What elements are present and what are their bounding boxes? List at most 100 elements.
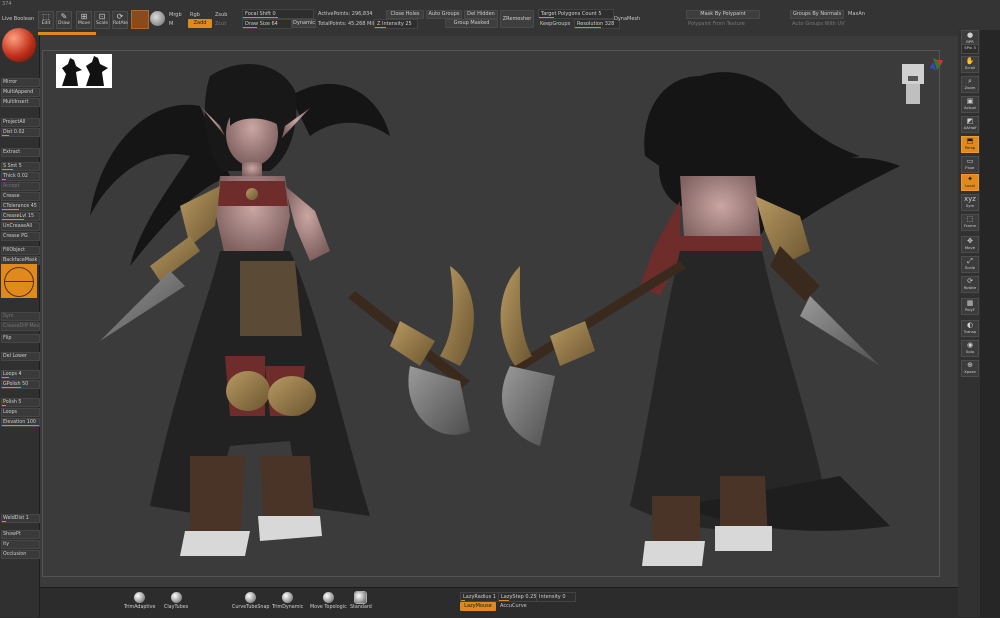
view-button-xpose[interactable]: ⊕ Xpose — [961, 360, 979, 377]
move-button[interactable]: ⊞ Move — [76, 11, 92, 29]
polypaint-from-texture-button[interactable]: Polypaint From Texture — [688, 21, 745, 27]
left-item-ctolerance-45[interactable]: CTolerance 45 — [1, 202, 40, 211]
dynamesh-button[interactable]: DynaMesh — [614, 16, 640, 22]
rotate-button[interactable]: ⟳ RotAte — [112, 11, 128, 29]
zadd-button[interactable]: Zadd — [188, 19, 212, 28]
material-swatch[interactable] — [131, 10, 149, 29]
left-item-projectall[interactable]: ProjectAll — [1, 118, 40, 127]
lazy-step-slider[interactable]: LazyStep 0.25 — [498, 592, 538, 602]
view-button-frame[interactable]: ⬚ Frame — [961, 214, 979, 231]
brush-curvetubesnap[interactable]: CurveTubeSnap — [232, 592, 269, 610]
view-button-actual[interactable]: ▣ Actual — [961, 96, 979, 113]
close-holes-button[interactable]: Close Holes — [386, 10, 424, 19]
m-button[interactable]: M — [169, 21, 173, 27]
left-item-thick-0-02[interactable]: Thick 0.02 — [1, 172, 40, 181]
left-item-accept[interactable]: Accept — [1, 182, 40, 191]
left-item-mirror[interactable]: Mirror — [1, 78, 40, 87]
left-item-multiinsert[interactable]: MultiInsert — [1, 98, 40, 107]
view-button-transp[interactable]: ◐ Transp — [961, 320, 979, 337]
view-button-zoom[interactable]: ⌕ Zoom — [961, 76, 979, 93]
brush-trimdynamic[interactable]: TrimDynamic — [272, 592, 303, 610]
left-item-loops-4[interactable]: Loops 4 — [1, 370, 40, 379]
brush-standard[interactable]: Standard — [350, 591, 372, 610]
left-item-elevation-100[interactable]: Elevation 100 — [1, 418, 40, 427]
left-item-crease[interactable]: Crease — [1, 192, 40, 201]
zsub-button[interactable]: Zsub — [215, 12, 227, 18]
view-button-sym[interactable]: xyz Sym — [961, 194, 979, 211]
keep-groups-button[interactable]: KeepGroups — [540, 21, 570, 27]
left-item-dist-0-02[interactable]: Dist 0.02 — [1, 128, 40, 137]
brush-trimadaptive[interactable]: TrimAdaptive — [124, 592, 155, 610]
target-polygons-slider[interactable]: Target Polygons Count 5 — [538, 9, 614, 19]
lazy-mouse-button[interactable]: LazyMouse — [460, 602, 496, 611]
left-item-crease-pg[interactable]: Crease PG — [1, 232, 40, 241]
view-button-aahalf[interactable]: ◩ AAHalf — [961, 116, 979, 133]
left-item-sym[interactable]: Sym — [1, 312, 40, 321]
edit-button[interactable]: ⬚ Edit — [38, 11, 54, 29]
brush-claytubes[interactable]: ClayTubes — [164, 592, 188, 610]
intensity-slider[interactable]: Intensity 0 — [536, 592, 576, 602]
view-button-solo[interactable]: ◉ Solo — [961, 340, 979, 357]
brush-move-topologic[interactable]: Move Topologic — [310, 592, 347, 610]
rotate-icon: ⟳ — [967, 277, 973, 285]
z-intensity-slider[interactable]: Z Intensity 25 — [374, 19, 418, 29]
view-button-move[interactable]: ✥ Move — [961, 236, 979, 253]
texture-swatch[interactable] — [150, 11, 165, 26]
material-sphere-icon[interactable] — [2, 28, 36, 62]
left-tool-panel: Mirror MultiAppend MultiInsert ProjectAll Di… — [0, 28, 40, 617]
lazy-radius-slider[interactable]: LazyRadius 1 — [460, 592, 500, 602]
left-item-welddist-1[interactable]: WeldDist 1 — [1, 514, 40, 523]
group-masked-button[interactable]: Group Masked — [445, 19, 498, 28]
accu-curve-button[interactable]: AccuCurve — [500, 603, 527, 609]
scale-button[interactable]: ⊡ Scale — [94, 11, 110, 29]
dynamic-button[interactable]: Dynamic — [292, 19, 316, 28]
left-item-flip[interactable]: Flip — [1, 334, 40, 343]
active-points: ActivePoints: 296,834 — [318, 11, 373, 17]
left-item-fillobject[interactable]: FillObject — [1, 246, 40, 255]
del-hidden-button[interactable]: Del Hidden — [464, 10, 498, 19]
left-item-del-lower[interactable]: Del Lower — [1, 352, 40, 361]
left-item-occlusion[interactable]: Occlusion — [1, 550, 40, 559]
edit-icon: ⬚ — [42, 12, 50, 21]
focal-shift-slider[interactable]: Focal Shift 0 — [242, 9, 314, 19]
view-button-polyf[interactable]: ▦ PolyF — [961, 298, 979, 315]
mask-by-polypaint-button[interactable]: Mask By Polypaint — [686, 10, 760, 19]
mrgb-button[interactable]: Mrgb — [169, 12, 182, 18]
sculpt-model[interactable] — [40, 36, 958, 587]
left-item-s-smt-5[interactable]: S Smt 5 — [1, 162, 40, 171]
rgb-button[interactable]: Rgb — [190, 12, 200, 18]
floor-icon: ▭ — [966, 157, 974, 165]
brush-sphere-icon — [134, 592, 146, 603]
auto-groups-button[interactable]: Auto Groups — [426, 10, 462, 19]
auto-groups-uv-button[interactable]: Auto Groups With UV — [792, 21, 845, 27]
draw-button[interactable]: ✎ Draw — [56, 11, 72, 29]
view-button-persp[interactable]: ⬒ Persp — [961, 136, 979, 153]
left-item-gpolish-50[interactable]: GPolish 50 — [1, 380, 40, 389]
left-item-ity[interactable]: ity — [1, 540, 40, 549]
live-boolean-button[interactable]: Live Boolean — [2, 16, 34, 22]
move-icon: ✥ — [967, 237, 973, 245]
draw-size-slider[interactable]: Draw Size 64 — [242, 19, 292, 29]
left-item-showpt[interactable]: ShowPt — [1, 530, 40, 539]
left-item-creaselvl-15[interactable]: CreaseLvl 15 — [1, 212, 40, 221]
maxan-button[interactable]: MaxAn — [848, 11, 865, 17]
rotate-icon: ⟳ — [116, 12, 124, 21]
view-button-scale[interactable]: ⤢ Scale — [961, 256, 979, 273]
left-item-polish-5[interactable]: Polish 5 — [1, 398, 40, 407]
left-item-loops[interactable]: Loops — [1, 408, 40, 417]
zremesher-button[interactable]: ZRemesher — [500, 10, 534, 28]
view-button-spix-3[interactable]: SPix 3 — [961, 44, 979, 54]
navigation-cube-icon[interactable] — [902, 58, 943, 104]
groups-by-normals-button[interactable]: Groups By Normals — [790, 10, 844, 19]
zcut-button[interactable]: Zcut — [215, 21, 226, 27]
left-item-uncreaseall[interactable]: UnCreaseAll — [1, 222, 40, 231]
view-button-rotate[interactable]: ⟳ Rotate — [961, 276, 979, 293]
view-button-local[interactable]: ✦ Local — [961, 174, 979, 191]
hand-icon: ✋ — [965, 57, 975, 65]
edit-curve-widget[interactable] — [1, 264, 37, 298]
view-button-scroll[interactable]: ✋ Scroll — [961, 56, 979, 73]
left-item-extract[interactable]: Extract — [1, 148, 40, 157]
left-item-creasediff-mes[interactable]: CreaseDiff Mes — [1, 322, 40, 331]
view-button-floor[interactable]: ▭ Floor — [961, 156, 979, 173]
left-item-multiappend[interactable]: MultiAppend — [1, 88, 40, 97]
